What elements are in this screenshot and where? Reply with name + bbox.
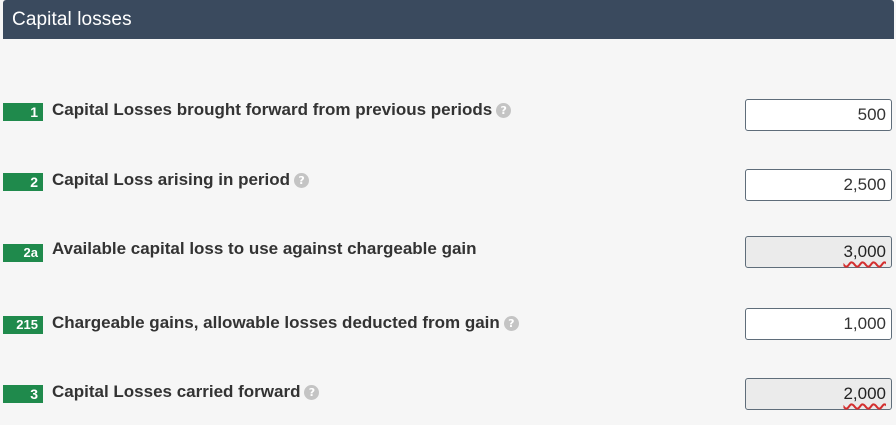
row-label-text: Capital Losses brought forward from prev… bbox=[52, 100, 493, 119]
chargeable-gains-input[interactable] bbox=[745, 308, 892, 340]
row-label: Chargeable gains, allowable losses deduc… bbox=[52, 313, 519, 333]
box-number-badge: 215 bbox=[3, 316, 43, 334]
panel-header: Capital losses bbox=[3, 0, 894, 39]
row-label-text: Available capital loss to use against ch… bbox=[52, 239, 477, 258]
help-icon[interactable]: ? bbox=[503, 315, 519, 331]
row-label-text: Chargeable gains, allowable losses deduc… bbox=[52, 313, 500, 332]
row-label: Capital Losses carried forward ? bbox=[52, 382, 320, 402]
box-number-badge: 2 bbox=[3, 173, 43, 191]
help-icon[interactable]: ? bbox=[304, 384, 320, 400]
capital-losses-brought-forward-input[interactable] bbox=[745, 99, 892, 131]
help-icon[interactable]: ? bbox=[496, 102, 512, 118]
capital-losses-carried-forward-value: 2,000 bbox=[745, 378, 892, 410]
form-row-box-1: 1 Capital Losses brought forward from pr… bbox=[0, 99, 896, 137]
box-number-badge: 1 bbox=[3, 103, 43, 121]
form-row-box-215: 215 Chargeable gains, allowable losses d… bbox=[0, 308, 896, 350]
row-label: Capital Loss arising in period ? bbox=[52, 170, 310, 190]
form-row-box-3: 3 Capital Losses carried forward ? 2,000 bbox=[0, 378, 896, 419]
help-icon[interactable]: ? bbox=[294, 172, 310, 188]
row-label-text: Capital Losses carried forward bbox=[52, 382, 301, 401]
form-row-box-2a: 2a Available capital loss to use against… bbox=[0, 236, 896, 278]
panel-title: Capital losses bbox=[12, 8, 132, 30]
box-number-badge: 2a bbox=[3, 244, 43, 262]
box-number-badge: 3 bbox=[3, 385, 43, 403]
capital-loss-arising-input[interactable] bbox=[745, 169, 892, 201]
row-label: Capital Losses brought forward from prev… bbox=[52, 100, 512, 120]
row-label: Available capital loss to use against ch… bbox=[52, 239, 477, 259]
available-capital-loss-value: 3,000 bbox=[745, 236, 892, 268]
calculated-value: 2,000 bbox=[843, 384, 886, 403]
form-row-box-2: 2 Capital Loss arising in period ? bbox=[0, 169, 896, 207]
row-label-text: Capital Loss arising in period bbox=[52, 170, 291, 189]
calculated-value: 3,000 bbox=[843, 242, 886, 261]
